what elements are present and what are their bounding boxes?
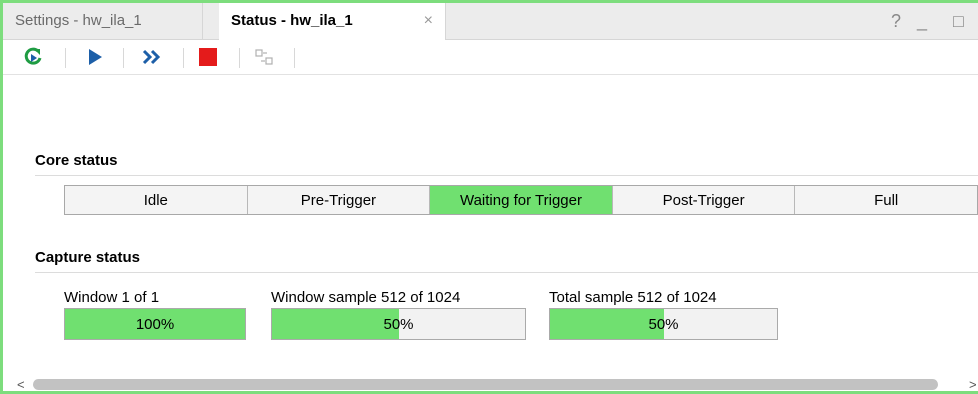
- toolbar-separator: [65, 48, 66, 68]
- tab-bar: Settings - hw_ila_1 Status - hw_ila_1 × …: [3, 3, 978, 40]
- core-status-title: Core status: [35, 152, 118, 169]
- toolbar-separator: [239, 48, 240, 68]
- window-progress-text: 100%: [135, 315, 175, 333]
- state-post-trigger: Post-Trigger: [612, 186, 796, 214]
- close-icon[interactable]: ×: [424, 3, 433, 39]
- toolbar-separator: [123, 48, 124, 68]
- status-panel: Settings - hw_ila_1 Status - hw_ila_1 × …: [0, 0, 978, 394]
- window-sample-progress-text: 50%: [383, 315, 414, 333]
- state-pre-trigger: Pre-Trigger: [247, 186, 431, 214]
- run-trigger-immediate-icon[interactable]: [21, 40, 47, 74]
- window-count-label: Window 1 of 1: [64, 289, 160, 306]
- window-progress-bar: 100%: [64, 308, 246, 340]
- tab-status[interactable]: Status - hw_ila_1 ×: [219, 3, 446, 40]
- scroll-right-arrow-icon[interactable]: >: [969, 375, 977, 391]
- total-sample-label: Total sample 512 of 1024: [549, 289, 717, 306]
- stop-trigger-icon[interactable]: [195, 40, 221, 74]
- state-waiting-for-trigger: Waiting for Trigger: [430, 186, 613, 214]
- total-sample-progress-bar: 50%: [549, 308, 778, 340]
- minimize-icon[interactable]: _: [917, 3, 927, 39]
- help-icon[interactable]: ?: [891, 3, 901, 39]
- tab-status-label: Status - hw_ila_1: [231, 12, 353, 29]
- toolbar-separator: [183, 48, 184, 68]
- total-sample-progress-text: 50%: [648, 315, 679, 333]
- maximize-icon[interactable]: □: [953, 3, 964, 39]
- toolbar-separator: [294, 48, 295, 68]
- state-full: Full: [795, 186, 977, 214]
- tab-settings[interactable]: Settings - hw_ila_1: [3, 3, 203, 39]
- core-status-bar: Idle Pre-Trigger Waiting for Trigger Pos…: [64, 185, 978, 215]
- toggle-layout-icon[interactable]: [251, 40, 277, 74]
- horizontal-scrollbar[interactable]: < >: [3, 375, 978, 391]
- scroll-left-arrow-icon[interactable]: <: [17, 375, 25, 391]
- capture-status-divider: [35, 272, 978, 273]
- capture-status-title: Capture status: [35, 249, 141, 266]
- scrollbar-thumb[interactable]: [33, 379, 938, 390]
- tab-settings-label: Settings - hw_ila_1: [15, 12, 142, 29]
- window-sample-progress-bar: 50%: [271, 308, 526, 340]
- toolbar: [3, 40, 978, 75]
- window-sample-label: Window sample 512 of 1024: [271, 289, 461, 306]
- run-trigger-icon[interactable]: [83, 40, 107, 74]
- core-status-divider: [35, 175, 978, 176]
- run-trigger-continuous-icon[interactable]: [138, 40, 166, 74]
- state-idle: Idle: [65, 186, 248, 214]
